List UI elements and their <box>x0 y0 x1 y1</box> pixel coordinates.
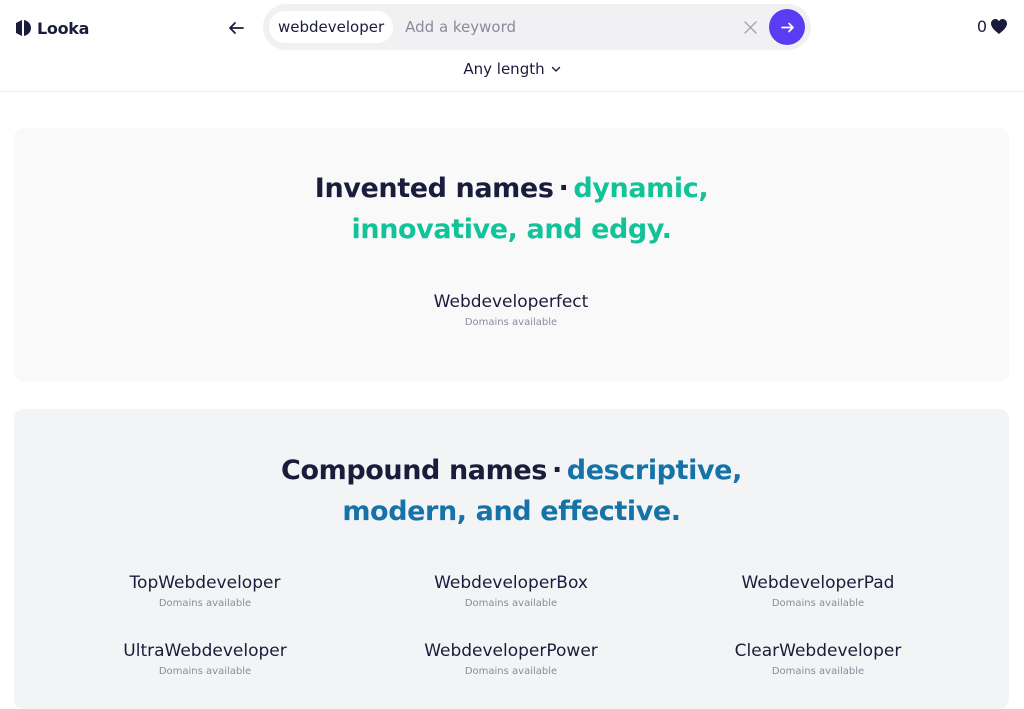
name-text: WebdeveloperPad <box>741 573 895 593</box>
domain-status: Domains available <box>464 317 558 328</box>
name-card[interactable]: WebdeveloperPad Domains available <box>668 572 968 611</box>
name-card[interactable]: TopWebdeveloper Domains available <box>55 572 355 611</box>
section-title-accent-line2: innovative, and edgy. <box>351 214 672 245</box>
name-text: WebdeveloperBox <box>434 573 588 593</box>
logo-text: Looka <box>37 18 90 38</box>
name-card[interactable]: Webdeveloperfect Domains available <box>361 291 661 330</box>
favorites-count: 0 <box>976 17 987 36</box>
domain-status: Domains available <box>771 598 865 609</box>
looka-logo-icon <box>16 20 31 36</box>
name-text: Webdeveloperfect <box>433 292 589 312</box>
looka-logo[interactable]: Looka <box>14 17 89 39</box>
section-title: Invented names · dynamic, innovative, and … <box>14 168 1009 250</box>
section-compound-names: Compound names · descriptive, modern, and … <box>14 409 1009 709</box>
section-title: Compound names · descriptive, modern, and … <box>14 450 1009 532</box>
search-submit-button[interactable] <box>769 9 805 45</box>
keyword-chip[interactable]: webdeveloper <box>269 11 394 43</box>
keyword-chip-label: webdeveloper <box>278 18 385 36</box>
search-bar: webdeveloper <box>263 4 811 50</box>
length-filter-dropdown[interactable]: Any length <box>463 60 560 78</box>
domain-status: Domains available <box>771 666 865 677</box>
name-text: UltraWebdeveloper <box>123 641 287 661</box>
section-title-accent-line1: dynamic, <box>573 173 709 204</box>
arrow-right-icon <box>780 22 794 32</box>
section-title-accent-line2: modern, and effective. <box>342 496 681 527</box>
clear-button[interactable] <box>741 18 759 36</box>
name-card[interactable]: WebdeveloperPower Domains available <box>361 640 661 679</box>
domain-status: Domains available <box>158 598 252 609</box>
keyword-input[interactable] <box>405 18 726 36</box>
back-button[interactable] <box>224 16 248 40</box>
section-title-main: Compound names <box>281 455 547 486</box>
name-card[interactable]: UltraWebdeveloper Domains available <box>55 640 355 679</box>
chevron-down-icon <box>551 66 560 72</box>
domain-status: Domains available <box>464 666 558 677</box>
domain-status: Domains available <box>464 598 558 609</box>
favorites-counter[interactable]: 0 <box>977 17 1008 36</box>
name-text: WebdeveloperPower <box>424 641 598 661</box>
name-card[interactable]: WebdeveloperBox Domains available <box>361 572 661 611</box>
name-text: ClearWebdeveloper <box>734 641 902 661</box>
heart-icon <box>991 19 1007 34</box>
close-icon <box>743 20 757 34</box>
length-filter-label: Any length <box>463 60 545 78</box>
top-header: Looka webdeveloper 0 Any length <box>0 0 1024 92</box>
domain-status: Domains available <box>158 666 252 677</box>
section-title-main: Invented names <box>314 173 554 204</box>
name-text: TopWebdeveloper <box>129 573 281 593</box>
section-title-accent-line1: descriptive, <box>566 455 743 486</box>
section-invented-names: Invented names · dynamic, innovative, and … <box>14 128 1009 382</box>
arrow-left-icon <box>229 22 244 34</box>
length-filter-row: Any length <box>0 60 1024 78</box>
name-card[interactable]: ClearWebdeveloper Domains available <box>668 640 968 679</box>
